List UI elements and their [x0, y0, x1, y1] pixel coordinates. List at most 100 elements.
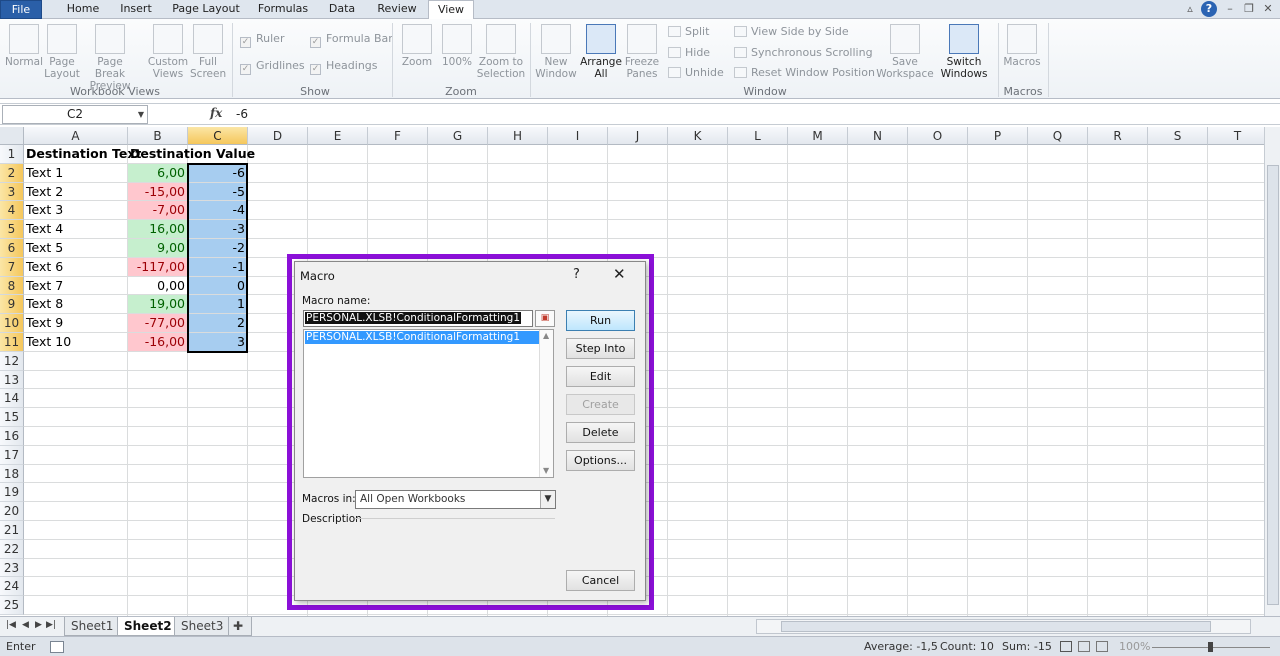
cancel-button[interactable]: Cancel [566, 570, 635, 591]
formula-bar-checkbox[interactable]: ✓ Formula Bar [310, 32, 393, 48]
column-header-r[interactable]: R [1088, 127, 1148, 145]
column-header-e[interactable]: E [308, 127, 368, 145]
cell-b4[interactable]: -7,00 [128, 201, 187, 220]
normal-view-icon[interactable] [1060, 641, 1072, 652]
tab-formulas[interactable]: Formulas [252, 0, 314, 19]
row-header-5[interactable]: 5 [0, 220, 24, 239]
minimize-ribbon-icon[interactable]: ▵ [1182, 1, 1198, 17]
row-header-17[interactable]: 17 [0, 445, 24, 465]
column-header-k[interactable]: K [668, 127, 728, 145]
row-header-25[interactable]: 25 [0, 596, 24, 615]
zoom-100-button[interactable]: 100% [440, 24, 474, 68]
split-button[interactable]: Split [668, 25, 709, 38]
row-header-19[interactable]: 19 [0, 483, 24, 503]
cell-a7[interactable]: Text 6 [24, 258, 127, 276]
chevron-down-icon[interactable]: ▼ [138, 106, 144, 123]
insert-function-icon[interactable]: fx [210, 106, 222, 120]
cell-b8[interactable]: 0,00 [128, 277, 187, 295]
row-header-6[interactable]: 6 [0, 239, 24, 258]
column-header-l[interactable]: L [728, 127, 788, 145]
scroll-thumb[interactable] [781, 621, 1211, 632]
column-header-p[interactable]: P [968, 127, 1028, 145]
cell-b6[interactable]: 9,00 [128, 239, 187, 257]
row-header-22[interactable]: 22 [0, 539, 24, 559]
column-header-m[interactable]: M [788, 127, 848, 145]
row-header-16[interactable]: 16 [0, 427, 24, 446]
column-header-c[interactable]: C [188, 127, 248, 145]
scroll-thumb[interactable] [1267, 165, 1279, 605]
row-header-8[interactable]: 8 [0, 276, 24, 296]
hide-button[interactable]: Hide [668, 46, 710, 59]
minimize-icon[interactable]: – [1222, 1, 1238, 17]
page-layout-view-button[interactable]: Page Layout [44, 24, 80, 80]
macro-list[interactable]: PERSONAL.XLSB!ConditionalFormatting1 ▲ ▼ [303, 329, 554, 478]
chevron-down-icon[interactable]: ▼ [540, 491, 555, 508]
tab-insert[interactable]: Insert [112, 0, 160, 19]
row-header-13[interactable]: 13 [0, 370, 24, 390]
cell-a3[interactable]: Text 2 [24, 183, 127, 201]
row-header-1[interactable]: 1 [0, 145, 24, 164]
next-sheet-icon[interactable]: ▶ [35, 620, 42, 630]
column-header-g[interactable]: G [428, 127, 488, 145]
column-header-a[interactable]: A [24, 127, 128, 145]
arrange-all-button[interactable]: Arrange All [580, 24, 622, 80]
cell-a1[interactable]: Destination Text [24, 145, 141, 163]
full-screen-button[interactable]: Full Screen [190, 24, 226, 80]
reset-window-position-button[interactable]: Reset Window Position [734, 66, 875, 79]
page-break-preview-button[interactable]: Page Break Preview [82, 24, 138, 92]
step-into-button[interactable]: Step Into [566, 338, 635, 359]
cell-b11[interactable]: -16,00 [128, 333, 187, 351]
custom-views-button[interactable]: Custom Views [146, 24, 190, 80]
chevron-up-icon[interactable]: ▲ [543, 331, 549, 340]
cell-a10[interactable]: Text 9 [24, 314, 127, 332]
column-header-s[interactable]: S [1148, 127, 1208, 145]
run-button[interactable]: Run [566, 310, 635, 331]
switch-windows-button[interactable]: Switch Windows [936, 24, 992, 80]
normal-view-button[interactable]: Normal [4, 24, 44, 68]
row-header-23[interactable]: 23 [0, 558, 24, 578]
gridlines-checkbox[interactable]: ✓ Gridlines [240, 59, 305, 75]
column-header-f[interactable]: F [368, 127, 428, 145]
macros-button[interactable]: Macros [1002, 24, 1042, 68]
delete-button[interactable]: Delete [566, 422, 635, 443]
cell-a4[interactable]: Text 3 [24, 201, 127, 219]
sheet-tab-sheet3[interactable]: Sheet3 [174, 617, 231, 636]
name-box[interactable]: C2 ▼ [2, 105, 148, 124]
page-break-icon[interactable] [1096, 641, 1108, 652]
row-header-12[interactable]: 12 [0, 351, 24, 371]
sheet-tab-sheet2[interactable]: Sheet2 [117, 617, 179, 636]
column-header-j[interactable]: J [608, 127, 668, 145]
vertical-scrollbar[interactable] [1264, 127, 1280, 616]
help-icon[interactable]: ? [1201, 1, 1217, 17]
row-header-7[interactable]: 7 [0, 257, 24, 277]
cell-a8[interactable]: Text 7 [24, 277, 127, 295]
restore-icon[interactable]: ❐ [1241, 1, 1257, 17]
first-sheet-icon[interactable]: |◀ [6, 620, 16, 630]
row-header-14[interactable]: 14 [0, 389, 24, 409]
close-icon[interactable]: ✕ [1260, 1, 1276, 17]
tab-home[interactable]: Home [58, 0, 108, 19]
options-button[interactable]: Options... [566, 450, 635, 471]
row-header-15[interactable]: 15 [0, 408, 24, 427]
list-scrollbar[interactable]: ▲ ▼ [539, 330, 553, 477]
cell-b5[interactable]: 16,00 [128, 220, 187, 238]
freeze-panes-button[interactable]: Freeze Panes [622, 24, 662, 80]
close-icon[interactable]: ✕ [613, 265, 626, 283]
row-header-9[interactable]: 9 [0, 295, 24, 315]
tab-file[interactable]: File [0, 0, 42, 19]
last-sheet-icon[interactable]: ▶| [46, 620, 56, 630]
cell-a6[interactable]: Text 5 [24, 239, 127, 257]
column-header-t[interactable]: T [1208, 127, 1264, 145]
list-item[interactable]: PERSONAL.XLSB!ConditionalFormatting1 [305, 331, 540, 344]
row-header-2[interactable]: 2 [0, 163, 24, 183]
cell-b9[interactable]: 19,00 [128, 295, 187, 314]
help-icon[interactable]: ? [573, 267, 580, 282]
cell-b10[interactable]: -77,00 [128, 314, 187, 332]
edit-button[interactable]: Edit [566, 366, 635, 387]
unhide-button[interactable]: Unhide [668, 66, 724, 79]
save-workspace-button[interactable]: Save Workspace [876, 24, 934, 80]
column-header-q[interactable]: Q [1028, 127, 1088, 145]
zoom-slider-thumb[interactable] [1208, 642, 1213, 652]
row-header-10[interactable]: 10 [0, 314, 24, 333]
column-header-o[interactable]: O [908, 127, 968, 145]
